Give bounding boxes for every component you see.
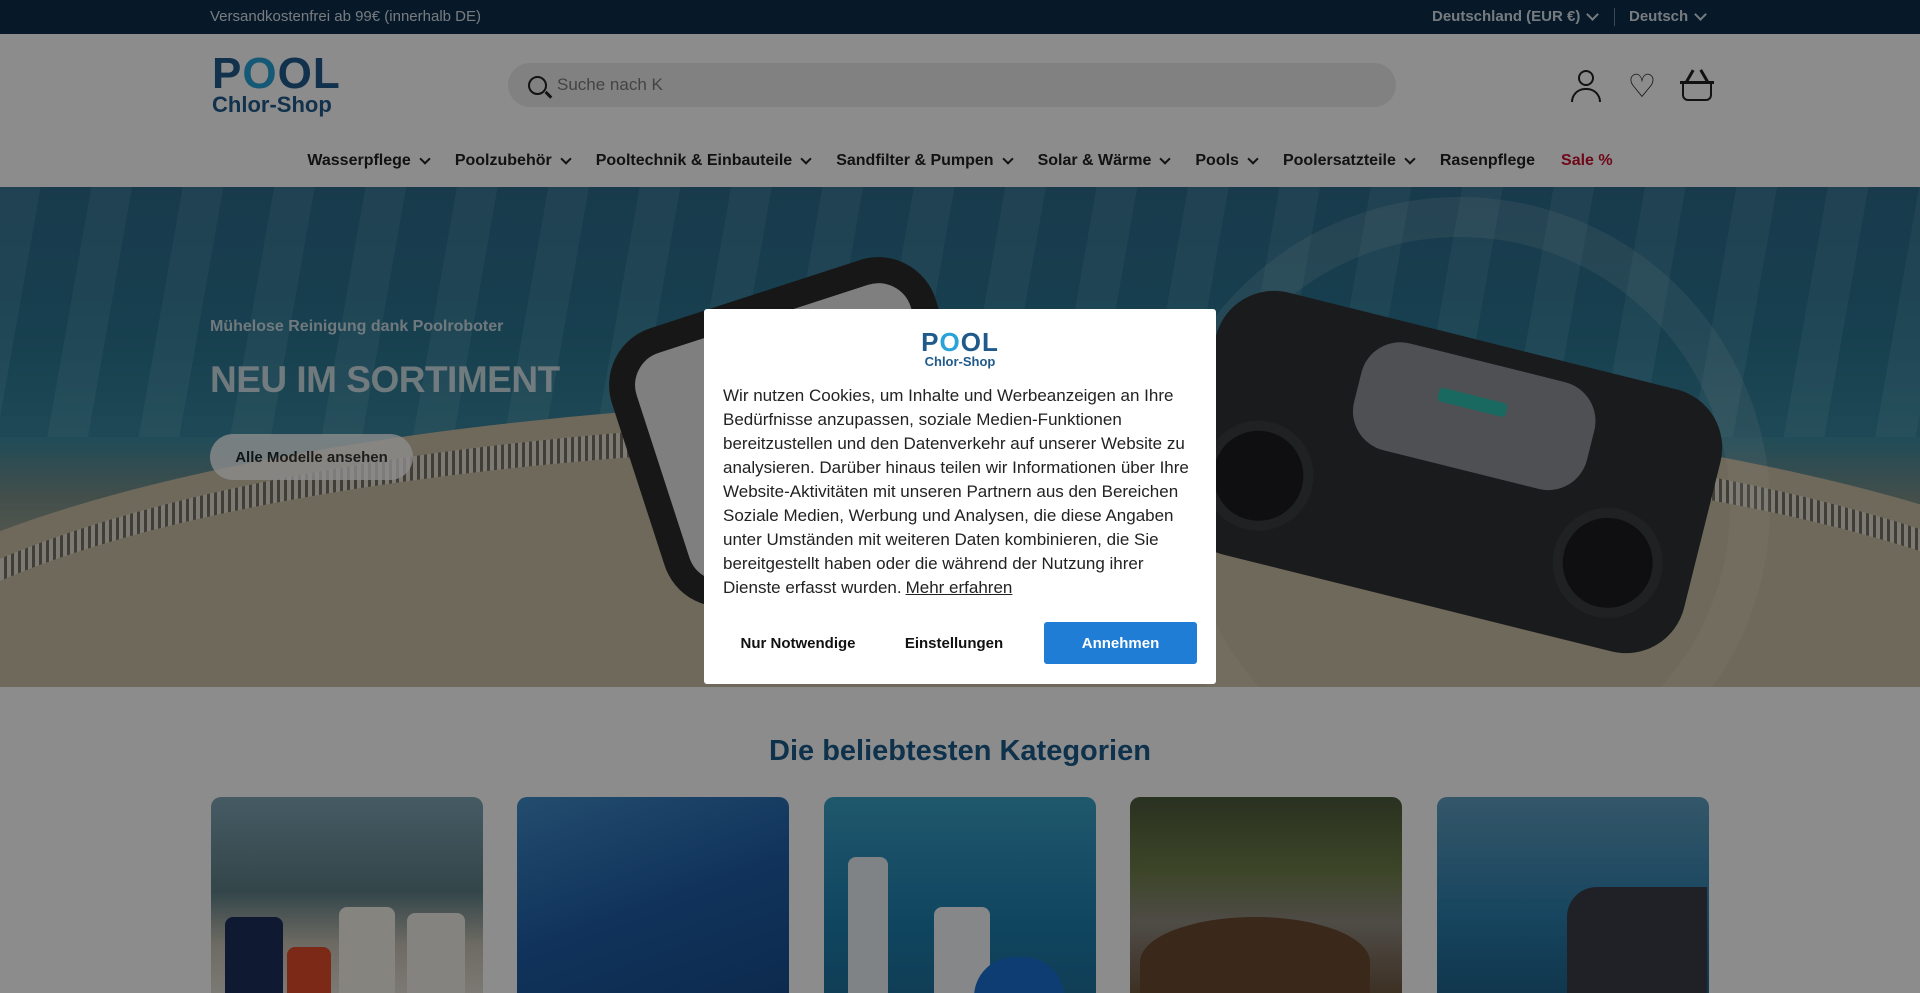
necessary-only-button[interactable]: Nur Notwendige [723,622,873,664]
cookie-consent-dialog: POOL Chlor-Shop Wir nutzen Cookies, um I… [704,309,1216,684]
cookie-message: Wir nutzen Cookies, um Inhalte und Werbe… [723,384,1201,600]
cookie-message-text: Wir nutzen Cookies, um Inhalte und Werbe… [723,386,1189,597]
learn-more-link[interactable]: Mehr erfahren [906,578,1013,597]
cookie-dialog-logo: POOL Chlor-Shop [921,327,999,369]
cookie-settings-button[interactable]: Einstellungen [879,622,1029,664]
accept-cookies-button[interactable]: Annehmen [1044,622,1197,664]
